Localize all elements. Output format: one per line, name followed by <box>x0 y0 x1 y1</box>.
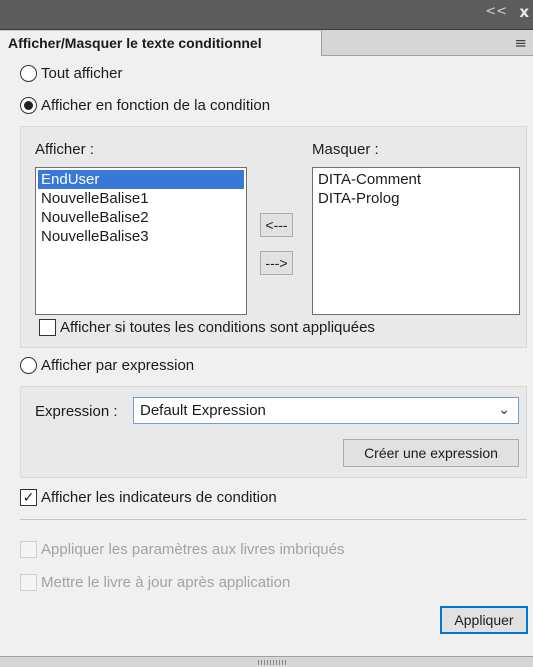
list-item[interactable]: EndUser <box>38 170 244 189</box>
show-by-condition-label: Afficher en fonction de la condition <box>41 97 271 114</box>
divider <box>20 519 527 520</box>
tab-row: Afficher/Masquer le texte conditionnel ≡ <box>0 30 533 56</box>
panel-title-strip: << x <box>0 0 533 30</box>
move-to-hide-button[interactable]: ---> <box>260 251 293 275</box>
show-all-option[interactable]: Tout afficher <box>20 65 122 82</box>
close-icon[interactable]: x <box>519 3 529 21</box>
list-item[interactable]: NouvelleBalise1 <box>38 189 244 208</box>
expression-select[interactable]: Default Expression ⌄ <box>133 397 519 424</box>
apply-to-nested-books-option: Appliquer les paramètres aux livres imbr… <box>20 541 344 558</box>
apply-to-nested-books-label: Appliquer les paramètres aux livres imbr… <box>41 541 345 558</box>
apply-to-nested-books-checkbox <box>20 541 37 558</box>
show-by-expression-label: Afficher par expression <box>41 357 195 374</box>
tab-show-hide-conditional-text[interactable]: Afficher/Masquer le texte conditionnel <box>0 30 322 56</box>
collapse-icon[interactable]: << <box>485 4 507 19</box>
resize-grip-icon[interactable] <box>258 660 288 665</box>
expression-label: Expression : <box>35 403 118 420</box>
list-item[interactable]: DITA-Prolog <box>315 189 517 208</box>
list-item[interactable]: NouvelleBalise3 <box>38 227 244 246</box>
hide-conditions-list[interactable]: DITA-Comment DITA-Prolog <box>312 167 520 315</box>
show-all-radio[interactable] <box>20 65 37 82</box>
update-book-after-apply-label: Mettre le livre à jour après application <box>41 574 291 591</box>
show-by-condition-radio[interactable] <box>20 97 37 114</box>
condition-indicators-checkbox[interactable]: ✓ <box>20 489 37 506</box>
show-by-expression-radio[interactable] <box>20 357 37 374</box>
create-expression-button[interactable]: Créer une expression <box>343 439 519 467</box>
list-item[interactable]: DITA-Comment <box>315 170 517 189</box>
show-by-expression-option[interactable]: Afficher par expression <box>20 357 194 374</box>
conditional-text-panel: << x Afficher/Masquer le texte condition… <box>0 0 533 667</box>
update-book-after-apply-checkbox <box>20 574 37 591</box>
condition-indicators-option[interactable]: ✓ Afficher les indicateurs de condition <box>20 489 277 506</box>
expression-group: Expression : Default Expression ⌄ Créer … <box>20 386 527 478</box>
apply-button[interactable]: Appliquer <box>440 606 528 634</box>
move-to-show-button[interactable]: <--- <box>260 213 293 237</box>
expression-select-value: Default Expression <box>140 402 266 419</box>
condition-group: Afficher : Masquer : EndUser NouvelleBal… <box>20 126 527 348</box>
all-conditions-applied-option[interactable]: Afficher si toutes les conditions sont a… <box>39 319 375 336</box>
condition-indicators-label: Afficher les indicateurs de condition <box>41 489 277 506</box>
panel-menu-icon[interactable]: ≡ <box>514 34 527 52</box>
show-conditions-list[interactable]: EndUser NouvelleBalise1 NouvelleBalise2 … <box>35 167 247 315</box>
chevron-down-icon: ⌄ <box>498 402 510 418</box>
show-by-condition-option[interactable]: Afficher en fonction de la condition <box>20 97 270 114</box>
show-all-label: Tout afficher <box>41 65 123 82</box>
all-conditions-applied-label: Afficher si toutes les conditions sont a… <box>60 319 375 336</box>
show-list-label: Afficher : <box>35 141 94 158</box>
all-conditions-applied-checkbox[interactable] <box>39 319 56 336</box>
update-book-after-apply-option: Mettre le livre à jour après application <box>20 574 290 591</box>
hide-list-label: Masquer : <box>312 141 379 158</box>
list-item[interactable]: NouvelleBalise2 <box>38 208 244 227</box>
panel-bottom-strip <box>0 656 533 667</box>
